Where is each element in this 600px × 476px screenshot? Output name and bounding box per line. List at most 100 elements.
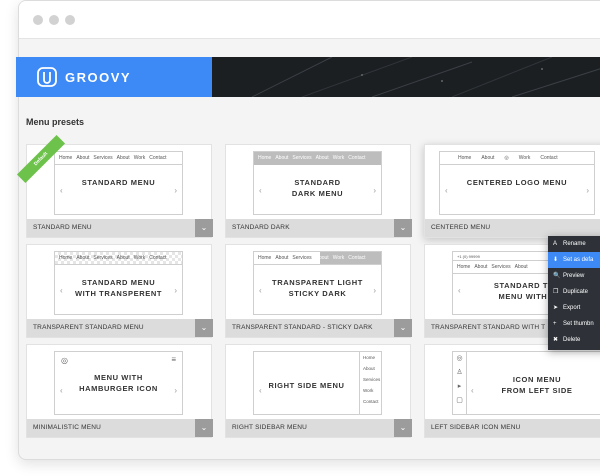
chevron-left-icon: ‹ xyxy=(60,386,63,395)
card-label: TRANSPARENT STANDARD WITH T xyxy=(431,324,546,331)
window-dot[interactable] xyxy=(49,15,59,25)
header-banner: GROOVY xyxy=(16,57,600,97)
card-footer: CENTERED MENU xyxy=(425,219,600,237)
preset-preview: RIGHT SIDE MENU ‹ Home About Services Work C… xyxy=(253,351,382,415)
duplicate-menu-item[interactable]: ❐ Duplicate xyxy=(548,284,600,300)
preview-title: STANDARD DARK MENU xyxy=(291,178,344,198)
chevron-right-icon: › xyxy=(174,186,177,195)
card-footer: STANDARD MENU ⌄ xyxy=(27,219,213,237)
card-footer: RIGHT SIDEBAR MENU ⌄ xyxy=(226,419,412,437)
card-footer: MINIMALISTIC MENU ⌄ xyxy=(27,419,213,437)
download-icon: ⬇ xyxy=(553,257,559,263)
card-menu-button[interactable]: ⌄ xyxy=(195,419,213,437)
chevron-left-icon: ‹ xyxy=(471,386,474,395)
preview-title: RIGHT SIDE MENU xyxy=(268,381,345,390)
lock-icon: ▢ xyxy=(456,397,463,404)
card-menu-button[interactable]: ⌄ xyxy=(195,219,213,237)
chevron-left-icon: ‹ xyxy=(259,386,262,395)
preview-title: MENU WITH HAMBURGER ICON xyxy=(79,373,158,393)
hero-image xyxy=(212,57,600,97)
card-menu-button[interactable]: ⌄ xyxy=(394,219,412,237)
card-footer: LEFT SIDEBAR ICON MENU xyxy=(425,419,600,437)
preview-title: STANDARD MENU WITH TRANSPERENT xyxy=(74,278,163,298)
rename-icon: A xyxy=(553,241,558,247)
preset-preview: Home About Services About Work Contact STANDA… xyxy=(54,151,183,215)
preset-preview: Home About Services About Work Contact STANDA… xyxy=(253,151,382,215)
groovy-logo-icon xyxy=(37,67,57,87)
preset-preview: Home About ◎ Work Contact CENTERED LOGO MENU… xyxy=(439,151,595,215)
card-label: TRANSPARENT STANDARD MENU xyxy=(33,324,144,331)
copy-icon: ❐ xyxy=(553,289,559,295)
logo-icon: ◎ xyxy=(504,155,509,161)
card-label: MINIMALISTIC MENU xyxy=(33,424,102,431)
card-menu-button[interactable]: ⌄ xyxy=(394,419,412,437)
preview-title: CENTERED LOGO MENU xyxy=(466,178,568,187)
preset-card-left-sidebar-icon[interactable]: ◎ ♙ ▸ ▢ ICON MENU FROM LEFT SIDE ‹ LEFT S… xyxy=(424,344,600,438)
preset-card-centered-menu[interactable]: Home About ◎ Work Contact CENTERED LOGO MENU… xyxy=(424,144,600,238)
preset-card-transparent-standard[interactable]: Home About Services About Work Contact STANDA… xyxy=(26,244,213,338)
preset-preview: Home About Services About Work Contact STANDA… xyxy=(54,251,183,315)
logo-icon: ◎ xyxy=(456,355,463,362)
preview-title: STANDARD MENU xyxy=(81,178,156,187)
left-icon-menu: ◎ ♙ ▸ ▢ xyxy=(453,352,467,414)
card-menu-button[interactable]: ⌄ xyxy=(394,319,412,337)
chevron-right-icon: › xyxy=(586,186,589,195)
card-label: RIGHT SIDEBAR MENU xyxy=(232,424,307,431)
preset-preview: ◎ ≡ MENU WITH HAMBURGER ICON ‹ › xyxy=(54,351,183,415)
preset-card-right-sidebar[interactable]: RIGHT SIDE MENU ‹ Home About Services Work C… xyxy=(225,344,412,438)
export-menu-item[interactable]: ➤ Export xyxy=(548,300,600,316)
preset-card-standard-dark[interactable]: Home About Services About Work Contact STANDA… xyxy=(225,144,412,238)
card-label: CENTERED MENU xyxy=(431,224,491,231)
card-label: STANDARD DARK xyxy=(232,224,290,231)
chevron-left-icon: ‹ xyxy=(458,286,461,295)
card-footer: STANDARD DARK ⌄ xyxy=(226,219,412,237)
card-menu-button[interactable]: ⌄ xyxy=(195,319,213,337)
preset-card-minimalistic[interactable]: ◎ ≡ MENU WITH HAMBURGER ICON ‹ › MINIMALI… xyxy=(26,344,213,438)
preview-title: TRANSPARENT LIGHT STICKY DARK xyxy=(272,278,363,298)
set-thumbnail-menu-item[interactable]: + Set thumbn xyxy=(548,316,600,332)
preview-title: ICON MENU FROM LEFT SIDE xyxy=(501,375,573,395)
card-label: STANDARD MENU xyxy=(33,224,92,231)
chevron-left-icon: ‹ xyxy=(445,186,448,195)
preview-menu-item[interactable]: 🔍 Preview xyxy=(548,268,600,284)
logo-icon: ◎ xyxy=(61,356,68,365)
brand-bar: GROOVY xyxy=(16,57,212,97)
preset-card-sticky-dark[interactable]: Home About Services About Work Contact TRANSP… xyxy=(225,244,412,338)
section-title: Menu presets xyxy=(26,117,85,127)
set-default-menu-item[interactable]: ⬇ Set as defa xyxy=(548,252,600,268)
send-icon: ➤ xyxy=(553,305,559,311)
preset-card-standard-menu[interactable]: Home About Services About Work Contact STANDA… xyxy=(16,134,213,238)
preview-topbar: Home About Services About Work Contact xyxy=(254,152,381,165)
person-icon: ♙ xyxy=(456,369,463,376)
chevron-left-icon: ‹ xyxy=(60,186,63,195)
window-dot[interactable] xyxy=(33,15,43,25)
context-menu: A Rename ⬇ Set as defa 🔍 Preview ❐ Duplicate… xyxy=(548,236,600,350)
hamburger-icon: ≡ xyxy=(171,355,176,364)
card-footer: TRANSPARENT STANDARD - STICKY DARK ⌄ xyxy=(226,319,412,337)
card-footer: TRANSPARENT STANDARD MENU ⌄ xyxy=(27,319,213,337)
chevron-left-icon: ‹ xyxy=(259,186,262,195)
right-side-menu: Home About Services Work Contact xyxy=(359,352,381,414)
card-label: LEFT SIDEBAR ICON MENU xyxy=(431,424,521,431)
chevron-right-icon: › xyxy=(373,286,376,295)
chevron-left-icon: ‹ xyxy=(60,286,63,295)
close-icon: ✖ xyxy=(553,337,559,343)
preview-topbar: Home About Services About Work Contact xyxy=(55,252,182,265)
card-label: TRANSPARENT STANDARD - STICKY DARK xyxy=(232,324,373,331)
preset-preview: ◎ ♙ ▸ ▢ ICON MENU FROM LEFT SIDE ‹ xyxy=(452,351,600,415)
preview-topbar: Home About ◎ Work Contact xyxy=(440,152,594,165)
window-dot[interactable] xyxy=(65,15,75,25)
chevron-right-icon: › xyxy=(174,386,177,395)
window-titlebar xyxy=(19,1,600,39)
chevron-right-icon: › xyxy=(373,186,376,195)
rename-menu-item[interactable]: A Rename xyxy=(548,236,600,252)
delete-menu-item[interactable]: ✖ Delete xyxy=(548,332,600,348)
brand-name: GROOVY xyxy=(65,70,132,85)
chevron-left-icon: ‹ xyxy=(259,286,262,295)
play-icon: ▸ xyxy=(457,383,462,390)
search-icon: 🔍 xyxy=(553,273,561,279)
preview-topbar: Home About Services About Work Contact xyxy=(254,252,381,265)
chevron-right-icon: › xyxy=(174,286,177,295)
plus-icon: + xyxy=(553,321,557,327)
preview-topbar: Home About Services About Work Contact xyxy=(55,152,182,165)
